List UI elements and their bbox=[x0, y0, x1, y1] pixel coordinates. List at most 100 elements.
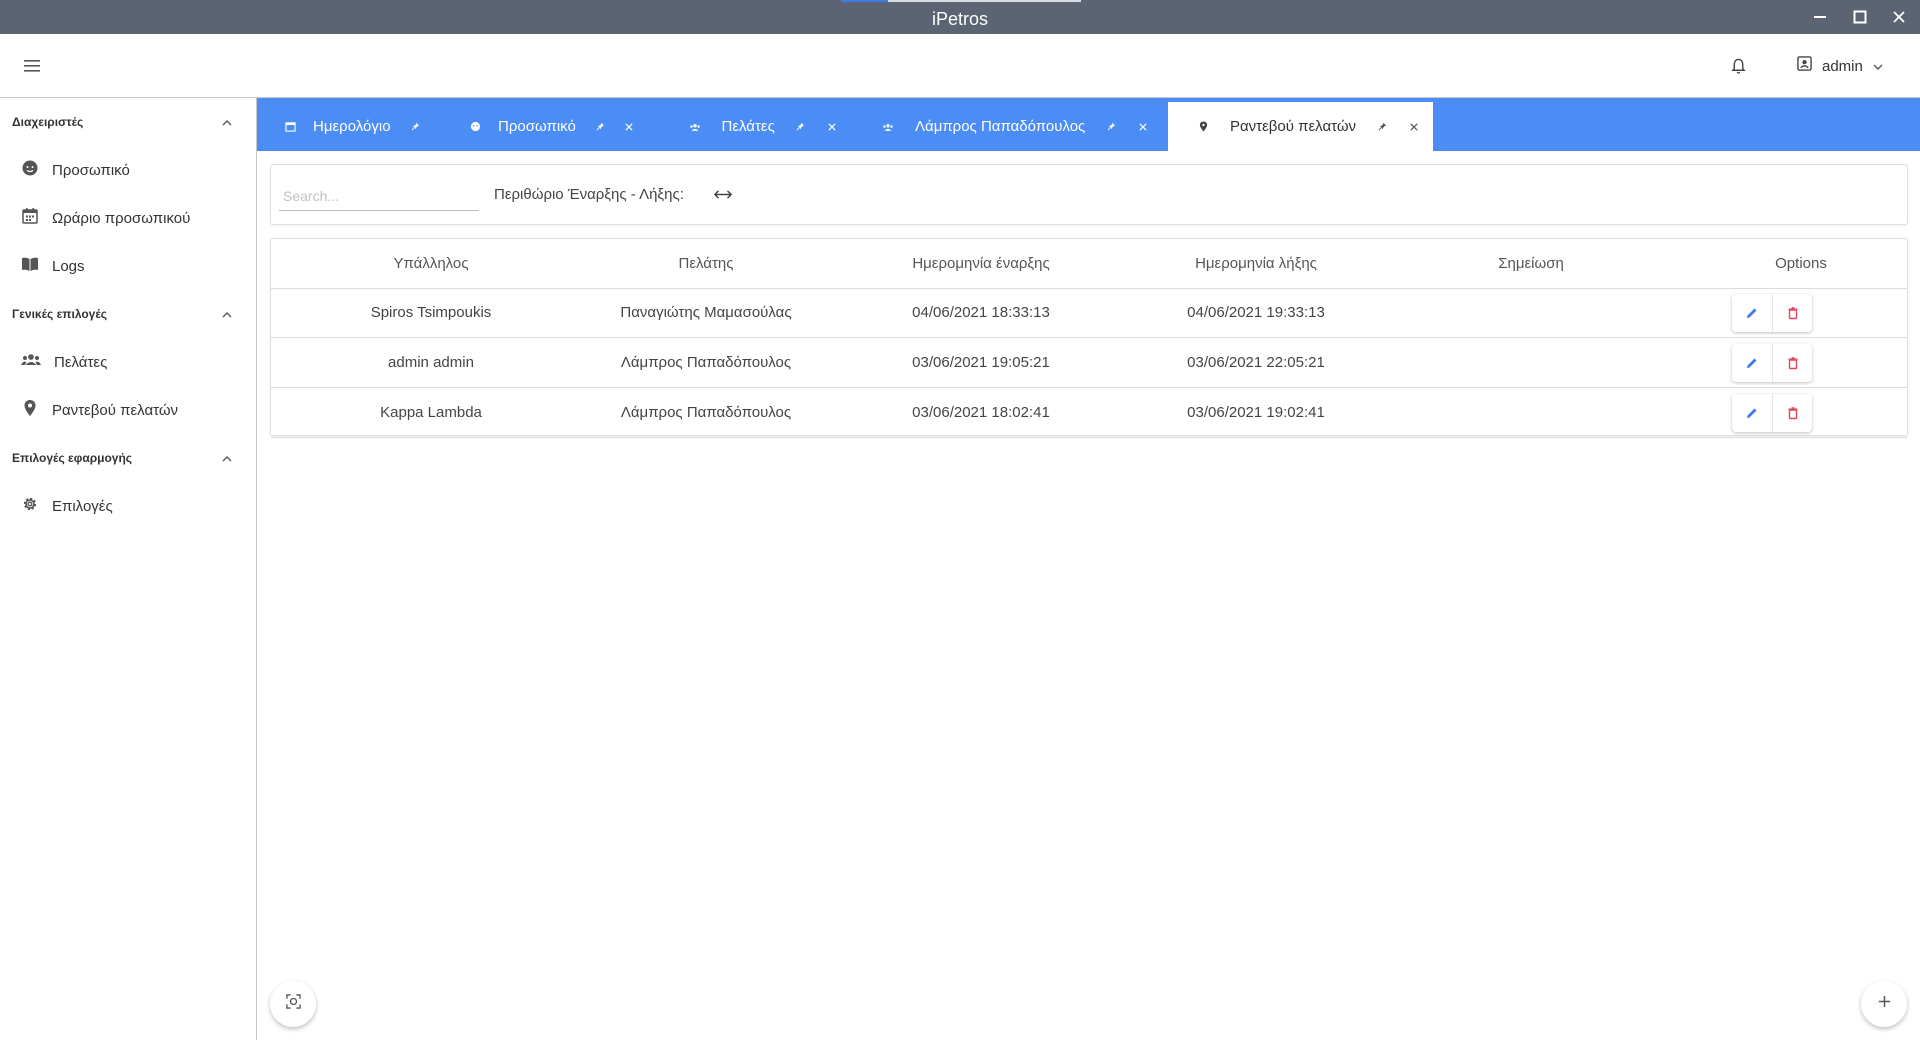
close-icon[interactable] bbox=[1887, 6, 1911, 28]
tab-close-icon[interactable] bbox=[1137, 121, 1149, 133]
column-header-end-date[interactable]: Ημερομηνία λήξης bbox=[1141, 239, 1371, 289]
sidebar-item-label: Ωράριο προσωπικού bbox=[52, 209, 191, 227]
sidebar-section-admins[interactable]: Διαχειριστές bbox=[0, 98, 256, 146]
pin-icon[interactable] bbox=[596, 121, 605, 133]
add-appointment-button[interactable] bbox=[1861, 981, 1907, 1027]
window-titlebar: iPetros bbox=[0, 0, 1920, 34]
sidebar-section-general[interactable]: Γενικές επιλογές bbox=[0, 290, 256, 338]
edit-button[interactable] bbox=[1732, 394, 1772, 432]
focus-icon bbox=[285, 994, 301, 1014]
app-header: admin bbox=[0, 34, 1920, 98]
people-icon bbox=[21, 351, 41, 374]
sidebar-item-customers[interactable]: Πελάτες bbox=[0, 338, 256, 386]
table-row[interactable]: Kappa Lambda Λάμπρος Παπαδόπουλος 03/06/… bbox=[271, 388, 1907, 438]
pencil-icon bbox=[1747, 308, 1757, 318]
cell-customer: Λάμπρος Παπαδόπουλος bbox=[620, 354, 792, 371]
gear-icon bbox=[21, 495, 39, 518]
delete-button[interactable] bbox=[1772, 394, 1812, 432]
cell-employee: admin admin bbox=[388, 354, 474, 371]
edit-button[interactable] bbox=[1732, 294, 1772, 332]
table-row[interactable]: Spiros Tsimpoukis Παναγιώτης Μαμασούλας … bbox=[271, 288, 1907, 338]
delete-button[interactable] bbox=[1772, 294, 1812, 332]
bell-icon[interactable] bbox=[1727, 54, 1749, 78]
cell-employee: Spiros Tsimpoukis bbox=[370, 304, 492, 321]
sidebar-item-settings[interactable]: Επιλογές bbox=[0, 482, 256, 530]
minimize-icon[interactable] bbox=[1808, 6, 1832, 28]
tab-close-icon[interactable] bbox=[625, 121, 633, 133]
cell-end-date: 03/06/2021 22:05:21 bbox=[1187, 354, 1325, 371]
tab-customer-appointments[interactable]: Ραντεβού πελατών bbox=[1168, 102, 1433, 151]
cell-note bbox=[1421, 388, 1641, 438]
pin-icon[interactable] bbox=[411, 121, 420, 133]
sidebar-section-app-options[interactable]: Επιλογές εφαρμογής bbox=[0, 434, 256, 482]
sidebar-item-staff-schedule[interactable]: Ωράριο προσωπικού bbox=[0, 194, 256, 242]
cell-start-date: 03/06/2021 18:02:41 bbox=[912, 404, 1050, 421]
table-header-row: Υπάλληλος Πελάτης Ημερομηνία έναρξης Ημε… bbox=[271, 239, 1907, 289]
window-title: iPetros bbox=[931, 9, 989, 29]
column-header-customer[interactable]: Πελάτης bbox=[591, 239, 821, 289]
sidebar-item-label: Πελάτες bbox=[54, 353, 108, 371]
tab-label: Ημερολόγιο bbox=[313, 118, 391, 135]
sidebar-item-label: Logs bbox=[52, 257, 85, 275]
sidebar-item-customer-appointments[interactable]: Ραντεβού πελατών bbox=[0, 386, 256, 434]
search-input[interactable] bbox=[279, 181, 479, 211]
tab-calendar[interactable]: Ημερολόγιο bbox=[285, 102, 419, 151]
cell-note bbox=[1421, 338, 1641, 388]
appointments-table: Υπάλληλος Πελάτης Ημερομηνία έναρξης Ημε… bbox=[270, 238, 1908, 438]
location-pin-icon bbox=[1196, 120, 1210, 134]
tab-close-icon[interactable] bbox=[826, 121, 838, 133]
pencil-icon bbox=[1747, 408, 1757, 418]
face-icon bbox=[21, 159, 39, 182]
tab-close-icon[interactable] bbox=[1408, 121, 1420, 133]
user-menu[interactable]: admin bbox=[1797, 52, 1883, 80]
maximize-icon[interactable] bbox=[1848, 6, 1872, 28]
trash-icon bbox=[1788, 307, 1797, 320]
column-header-employee[interactable]: Υπάλληλος bbox=[321, 239, 541, 289]
pin-icon[interactable] bbox=[1376, 121, 1388, 133]
chevron-down-icon bbox=[1873, 57, 1883, 75]
section-title: Διαχειριστές bbox=[12, 115, 84, 129]
people-icon bbox=[881, 120, 895, 134]
column-header-note[interactable]: Σημείωση bbox=[1421, 239, 1641, 289]
sidebar: Διαχειριστές Προσωπικό Ωράριο προσωπικού… bbox=[0, 98, 257, 1040]
cell-end-date: 03/06/2021 19:02:41 bbox=[1187, 404, 1325, 421]
pin-icon[interactable] bbox=[795, 121, 807, 133]
pencil-icon bbox=[1747, 358, 1757, 368]
row-actions bbox=[1732, 344, 1812, 382]
tab-customers[interactable]: Πελάτες bbox=[688, 102, 838, 151]
tab-label: Προσωπικό bbox=[498, 118, 576, 135]
edit-button[interactable] bbox=[1732, 344, 1772, 382]
left-right-arrow-icon[interactable] bbox=[712, 183, 734, 205]
row-actions bbox=[1732, 394, 1812, 432]
filter-bar: Περιθώριο Έναρξης - Λήξης: bbox=[270, 164, 1908, 225]
cell-start-date: 04/06/2021 18:33:13 bbox=[912, 304, 1050, 321]
section-title: Επιλογές εφαρμογής bbox=[12, 451, 133, 465]
plus-icon bbox=[1878, 995, 1891, 1013]
tab-bar: Ημερολόγιο Προσωπικό Πελάτες Λάμπρος Παπ… bbox=[257, 98, 1920, 151]
sidebar-item-staff[interactable]: Προσωπικό bbox=[0, 146, 256, 194]
chevron-up-icon bbox=[222, 113, 232, 131]
focus-button[interactable] bbox=[270, 981, 316, 1027]
section-title: Γενικές επιλογές bbox=[12, 307, 107, 321]
calendar-icon bbox=[21, 207, 39, 230]
account-box-icon bbox=[1797, 56, 1812, 76]
tab-staff[interactable]: Προσωπικό bbox=[470, 102, 633, 151]
tab-customer-lampros[interactable]: Λάμπρος Παπαδόπουλος bbox=[881, 102, 1151, 151]
cell-note bbox=[1421, 288, 1641, 338]
location-pin-icon bbox=[21, 399, 39, 422]
tab-label: Λάμπρος Παπαδόπουλος bbox=[915, 118, 1086, 135]
column-header-start-date[interactable]: Ημερομηνία έναρξης bbox=[871, 239, 1091, 289]
tab-label: Ραντεβού πελατών bbox=[1230, 118, 1357, 135]
cell-customer: Λάμπρος Παπαδόπουλος bbox=[620, 404, 792, 421]
cell-end-date: 04/06/2021 19:33:13 bbox=[1187, 304, 1325, 321]
pin-icon[interactable] bbox=[1105, 121, 1117, 133]
table-row[interactable]: admin admin Λάμπρος Παπαδόπουλος 03/06/2… bbox=[271, 338, 1907, 388]
trash-icon bbox=[1788, 407, 1797, 420]
start-end-margin-label: Περιθώριο Έναρξης - Λήξης: bbox=[494, 186, 684, 203]
hamburger-icon[interactable] bbox=[20, 54, 44, 78]
chevron-up-icon bbox=[222, 449, 232, 467]
tab-label: Πελάτες bbox=[721, 118, 775, 135]
delete-button[interactable] bbox=[1772, 344, 1812, 382]
sidebar-item-logs[interactable]: Logs bbox=[0, 242, 256, 290]
people-icon bbox=[688, 120, 702, 134]
